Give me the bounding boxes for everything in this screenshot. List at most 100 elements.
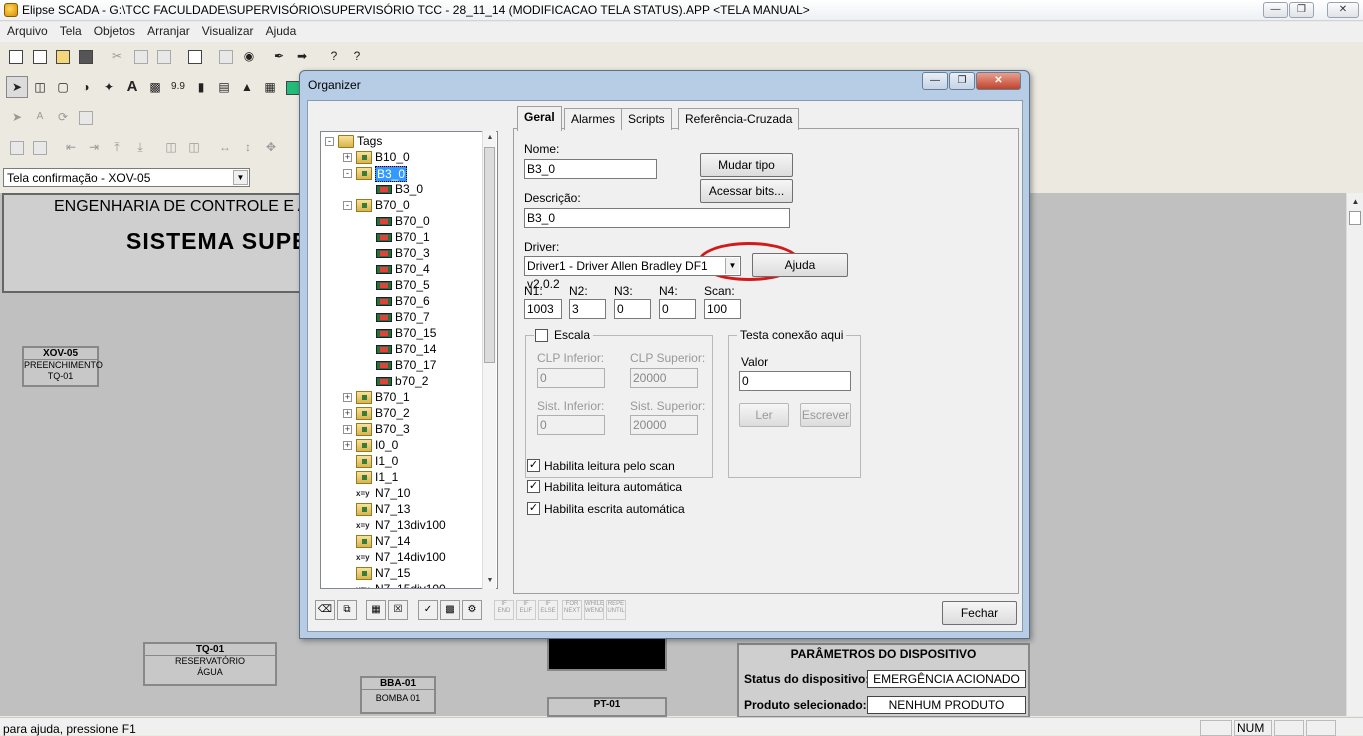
escala-checkbox[interactable] [535,329,548,342]
animation-icon[interactable]: ✦ [98,76,120,98]
delete-table-icon[interactable]: ☒ [388,600,408,620]
rotate-icon[interactable]: ⟳ [52,106,74,128]
while-wend-icon[interactable]: WHILE WEND [584,600,604,620]
table-view-icon[interactable]: ▦ [366,600,386,620]
pointer-icon[interactable]: ➤ [6,76,28,98]
organizer-close-button[interactable]: ✕ [976,72,1021,90]
sist-inf-field[interactable]: 0 [537,415,605,435]
close-button[interactable]: ✕ [1327,2,1359,18]
screen-select[interactable]: Tela confirmação - XOV-05 ▼ [3,168,250,187]
elif-icon[interactable]: IF ELIF [516,600,536,620]
else-icon[interactable]: IF ELSE [538,600,558,620]
bar-chart-icon[interactable]: ▩ [144,76,166,98]
help-icon[interactable]: ? [323,45,345,67]
alarm-icon[interactable]: ▲ [236,76,258,98]
new-app-icon[interactable] [5,45,27,67]
same-size-icon[interactable]: ✥ [260,136,282,158]
fechar-button[interactable]: Fechar [942,601,1017,625]
tree-scroll-down-icon[interactable]: ▼ [483,574,497,588]
organizer-minimize-button[interactable]: — [922,72,948,90]
escrever-button[interactable]: Escrever [800,403,851,427]
nome-field[interactable]: B3_0 [524,159,657,179]
expand-icon[interactable]: + [343,409,352,418]
expand-icon[interactable]: + [343,393,352,402]
menu-arranjar[interactable]: Arranjar [140,22,195,38]
select-icon[interactable]: ➤ [6,106,28,128]
align-top-icon[interactable]: ⤒ [106,136,128,158]
center-v-icon[interactable]: ◫ [183,136,205,158]
check-icon[interactable]: ✓ [418,600,438,620]
canvas-scrollbar[interactable]: ▲ [1346,193,1363,716]
scroll-thumb[interactable] [1349,211,1361,225]
repeat-until-icon[interactable]: REPE UNTIL [606,600,626,620]
rect-icon[interactable] [75,106,97,128]
n2-field[interactable]: 3 [569,299,606,319]
menu-arquivo[interactable]: Arquivo [0,22,53,38]
sist-sup-field[interactable]: 20000 [630,415,698,435]
leitura-scan-checkbox[interactable]: ✓ [527,459,540,472]
pt-01-box[interactable]: PT-01 [547,697,667,717]
cut-icon[interactable]: ✂ [106,45,128,67]
restore-button[interactable]: ❐ [1289,2,1314,18]
draw-icon[interactable]: ▢ [52,76,74,98]
xov-05-box[interactable]: XOV-05 PREENCHIMENTO TQ-01 [22,346,103,387]
center-h-icon[interactable]: ◫ [160,136,182,158]
new-file-icon[interactable] [29,45,51,67]
save-icon[interactable] [75,45,97,67]
run-icon[interactable]: ➡ [291,45,313,67]
copy-icon[interactable] [130,45,152,67]
tag-tree[interactable]: - Tags + B10_0 - B3_0 B3_0 - B70_0 B70_0 B70_1 B70_… [320,131,498,589]
tab-referencia-cruzada[interactable]: Referência-Cruzada [678,108,800,130]
align-bottom-icon[interactable]: ⤓ [129,136,151,158]
tag-red-icon[interactable]: ▩ [440,600,460,620]
n4-field[interactable]: 0 [659,299,696,319]
open-folder-icon[interactable] [52,45,74,67]
organizer-restore-button[interactable]: ❐ [949,72,975,90]
acessar-bits-button[interactable]: Acessar bits... [700,179,793,203]
eraser-icon[interactable]: ⌫ [315,600,335,620]
menu-tela[interactable]: Tela [53,22,87,38]
table-icon[interactable]: ▦ [259,76,281,98]
display-icon[interactable]: 9.9 [167,76,189,98]
n3-field[interactable]: 0 [614,299,651,319]
bba-01-box[interactable]: BBA-01 BOMBA 01 [360,676,436,714]
label-icon[interactable]: A [29,106,51,128]
organizer-icon[interactable] [184,45,206,67]
collapse-icon[interactable]: - [325,137,334,146]
align-right-icon[interactable]: ⇥ [83,136,105,158]
ler-button[interactable]: Ler [739,403,789,427]
tq-01-box[interactable]: TQ-01 RESERVATÓRIO ÁGUA [143,642,277,686]
escrita-automatica-checkbox[interactable]: ✓ [527,502,540,515]
descricao-field[interactable]: B3_0 [524,208,790,228]
mudar-tipo-button[interactable]: Mudar tipo para... [700,153,793,194]
gauge-icon[interactable]: ◑ [75,76,97,98]
for-next-icon[interactable]: FOR NEXT [562,600,582,620]
trend-icon[interactable]: ▤ [213,76,235,98]
tree-scroll-up-icon[interactable]: ▲ [483,131,497,145]
expand-icon[interactable]: + [343,441,352,450]
minimize-button[interactable]: — [1263,2,1288,18]
driver-chevron-down-icon[interactable]: ▼ [725,258,739,274]
print-icon[interactable] [215,45,237,67]
valor-field[interactable]: 0 [739,371,851,391]
n1-field[interactable]: 1003 [524,299,562,319]
scroll-up-icon[interactable]: ▲ [1348,194,1363,209]
paste-icon[interactable] [153,45,175,67]
ungroup-icon[interactable] [29,136,51,158]
text-icon[interactable]: A [121,76,143,98]
copy-tag-icon[interactable]: ⧉ [337,600,357,620]
menu-ajuda[interactable]: Ajuda [259,22,302,38]
tab-geral[interactable]: Geral [517,106,562,131]
if-end-icon[interactable]: IF END [494,600,514,620]
video-icon[interactable]: ▮ [190,76,212,98]
tree-scrollbar[interactable]: ▲ ▼ [482,131,496,589]
context-help-icon[interactable]: ? [346,45,368,67]
chevron-down-icon[interactable]: ▼ [233,170,248,185]
expand-icon[interactable]: + [343,153,352,162]
tree-scroll-thumb[interactable] [484,147,495,363]
group-icon[interactable] [6,136,28,158]
menu-objetos[interactable]: Objetos [87,22,140,38]
collapse-icon[interactable]: - [343,169,352,178]
scan-field[interactable]: 100 [704,299,741,319]
driver-select[interactable]: Driver1 - Driver Allen Bradley DF1 v2.0.… [524,256,741,291]
